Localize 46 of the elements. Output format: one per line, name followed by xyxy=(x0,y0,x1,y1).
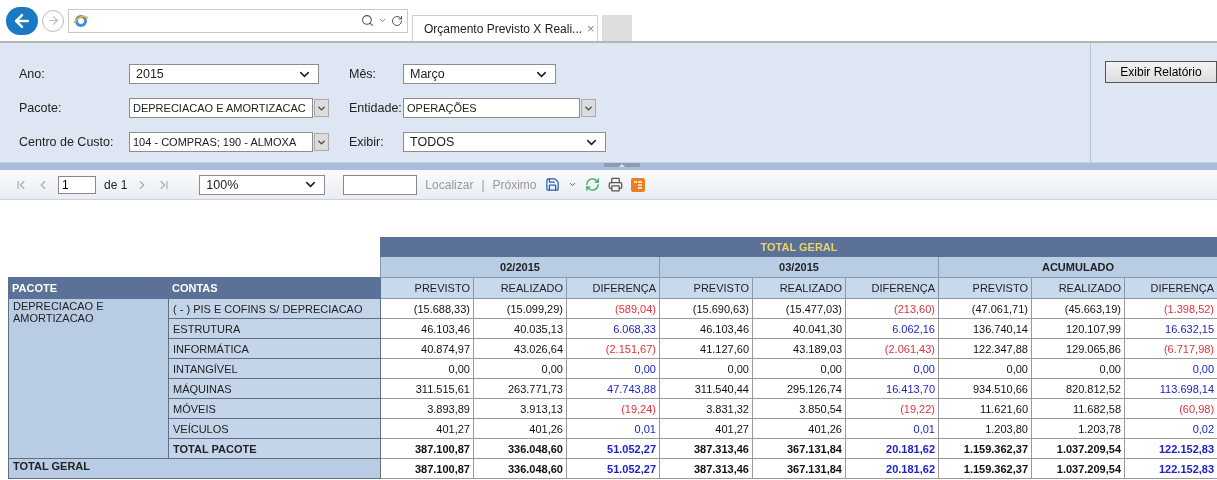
dropdown[interactable]: TODOS xyxy=(403,132,606,152)
column-header: 02/2015 xyxy=(380,256,660,278)
field-label: Exibir: xyxy=(349,135,385,149)
search-icon[interactable] xyxy=(361,14,374,27)
view-report-button[interactable]: Exibir Relatório xyxy=(1105,61,1217,83)
page-count: de 1 xyxy=(104,177,128,192)
row-header: TOTAL GERAL xyxy=(8,458,381,479)
tab-title: Orçamento Previsto X Reali... xyxy=(424,21,583,36)
save-icon[interactable] xyxy=(544,177,560,192)
find-field[interactable] xyxy=(343,174,418,195)
page-field[interactable]: 1 xyxy=(58,175,96,194)
dropdown[interactable]: 2015 xyxy=(129,64,319,84)
address-field[interactable] xyxy=(68,8,408,33)
browser-tab[interactable]: Orçamento Previsto X Reali... × xyxy=(412,15,598,41)
forward-button[interactable] xyxy=(42,9,64,32)
column-header: TOTAL GERAL xyxy=(380,237,1217,257)
dropdown-button[interactable] xyxy=(314,133,329,151)
printer-icon[interactable] xyxy=(607,177,623,192)
separator: | xyxy=(481,177,485,192)
field-label: Entidade: xyxy=(349,101,403,115)
column-header: PACOTE xyxy=(8,277,169,299)
row-header: DEPRECIACAO E AMORTIZACAO xyxy=(8,298,169,459)
close-button[interactable]: × xyxy=(587,21,595,36)
caret-icon[interactable] xyxy=(567,180,577,189)
collapse-handle[interactable] xyxy=(604,163,640,167)
dropdown[interactable]: DEPRECIACAO E AMORTIZACAC xyxy=(129,98,313,118)
back-button[interactable] xyxy=(6,6,38,35)
column-header: CONTAS xyxy=(168,277,381,299)
refresh-icon[interactable] xyxy=(391,14,403,27)
field-label: Pacote: xyxy=(19,101,63,115)
zoom-dropdown[interactable]: 100% xyxy=(199,174,326,195)
field-label: Centro de Custo: xyxy=(19,135,115,149)
report-icon[interactable] xyxy=(630,177,645,192)
field-label: Ano: xyxy=(19,67,46,81)
column-header: ACUMULADO xyxy=(938,256,1217,278)
dropdown[interactable]: 104 - COMPRAS; 190 - ALMOXA xyxy=(129,132,313,152)
column-header: 03/2015 xyxy=(659,256,939,278)
refresh-icon[interactable] xyxy=(584,177,600,192)
browser-icon xyxy=(73,12,89,29)
caret-icon[interactable] xyxy=(378,16,387,25)
arrow-right-icon xyxy=(46,14,60,27)
dropdown[interactable]: Março xyxy=(403,64,556,84)
dropdown-button[interactable] xyxy=(314,99,329,117)
dropdown[interactable]: OPERAÇÕES xyxy=(403,98,580,118)
dropdown-button[interactable] xyxy=(581,99,596,117)
field-label: Mês: xyxy=(349,67,378,81)
